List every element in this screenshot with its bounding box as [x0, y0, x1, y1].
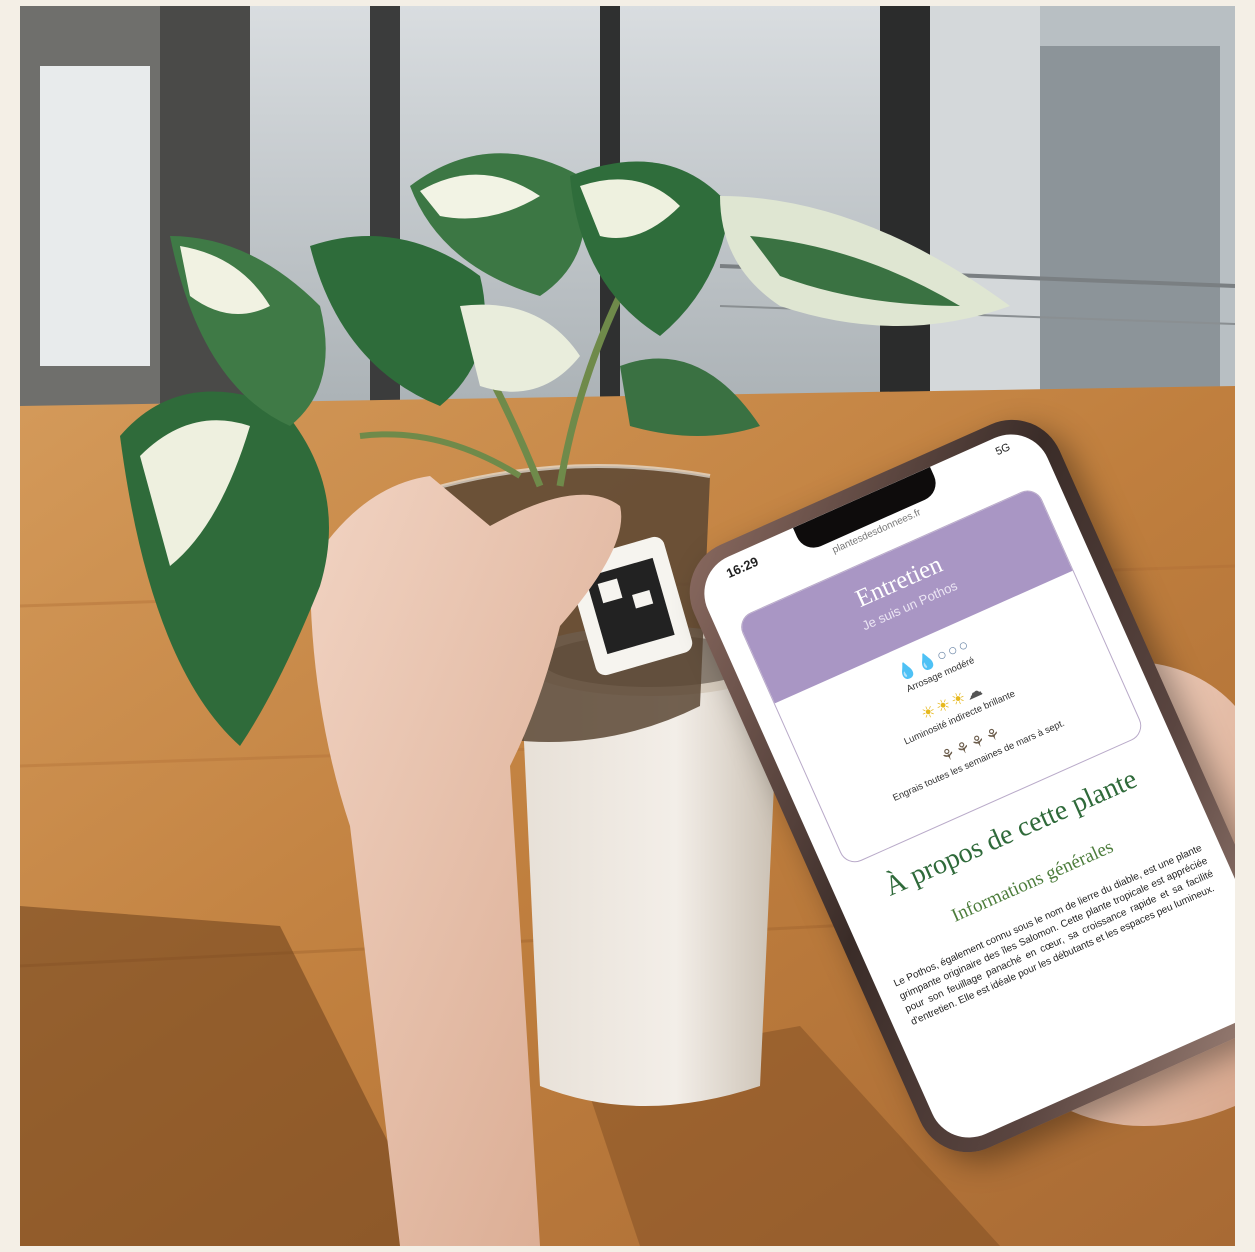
status-time: 16:29 — [724, 553, 761, 581]
photo: 16:29 5G plantesdesdonnees.fr Entretien … — [20, 6, 1235, 1246]
signal-indicator: 5G — [993, 441, 1013, 459]
